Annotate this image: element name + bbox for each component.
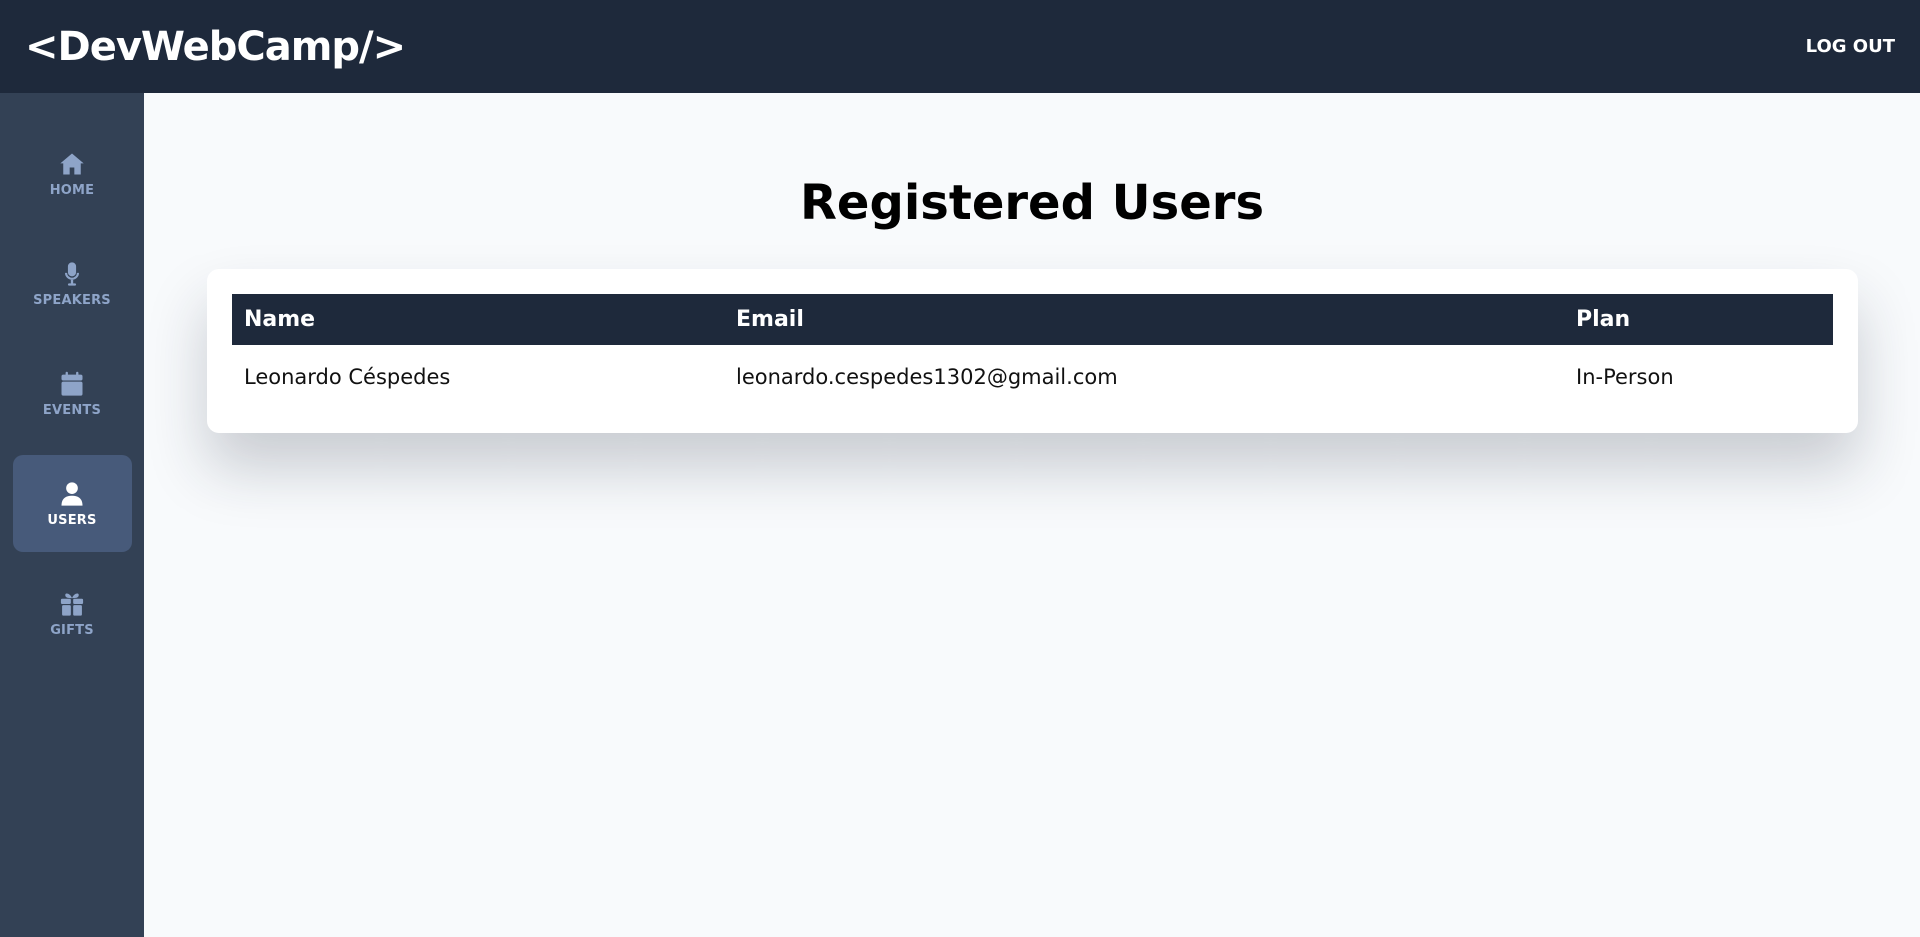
cell-email: leonardo.cespedes1302@gmail.com — [736, 365, 1118, 389]
users-table: Name Email Plan Leonardo Céspedes leonar… — [232, 294, 1833, 409]
cell-plan: In-Person — [1576, 365, 1674, 389]
main-content: Registered Users Name Email Plan Leonard… — [144, 93, 1920, 937]
app-logo[interactable]: <DevWebCamp/> — [25, 24, 406, 70]
calendar-icon — [57, 369, 87, 399]
sidebar-item-events[interactable]: EVENTS — [13, 345, 132, 442]
page-title: Registered Users — [799, 175, 1265, 231]
sidebar: HOME SPEAKERS EVENTS USERS GIFTS — [0, 93, 144, 937]
cell-name: Leonardo Céspedes — [244, 365, 451, 389]
sidebar-item-label: USERS — [47, 513, 97, 528]
column-header-plan: Plan — [1576, 307, 1631, 332]
sidebar-item-home[interactable]: HOME — [13, 125, 132, 222]
home-icon — [57, 149, 87, 179]
table-row: Leonardo Céspedes leonardo.cespedes1302@… — [232, 345, 1833, 409]
sidebar-item-label: GIFTS — [50, 623, 94, 638]
sidebar-item-label: SPEAKERS — [33, 293, 111, 308]
user-icon — [57, 479, 87, 509]
sidebar-item-label: EVENTS — [42, 403, 102, 418]
users-table-card: Name Email Plan Leonardo Céspedes leonar… — [207, 269, 1858, 433]
microphone-icon — [57, 259, 87, 289]
table-header-row: Name Email Plan — [232, 294, 1833, 345]
sidebar-item-speakers[interactable]: SPEAKERS — [13, 235, 132, 332]
sidebar-item-label: HOME — [49, 183, 95, 198]
logout-link[interactable]: LOG OUT — [1806, 36, 1895, 57]
column-header-name: Name — [244, 307, 316, 332]
sidebar-item-users[interactable]: USERS — [12, 455, 132, 552]
top-header: <DevWebCamp/> LOG OUT — [0, 0, 1920, 93]
column-header-email: Email — [736, 307, 804, 332]
gift-icon — [57, 589, 87, 619]
sidebar-item-gifts[interactable]: GIFTS — [13, 565, 132, 662]
